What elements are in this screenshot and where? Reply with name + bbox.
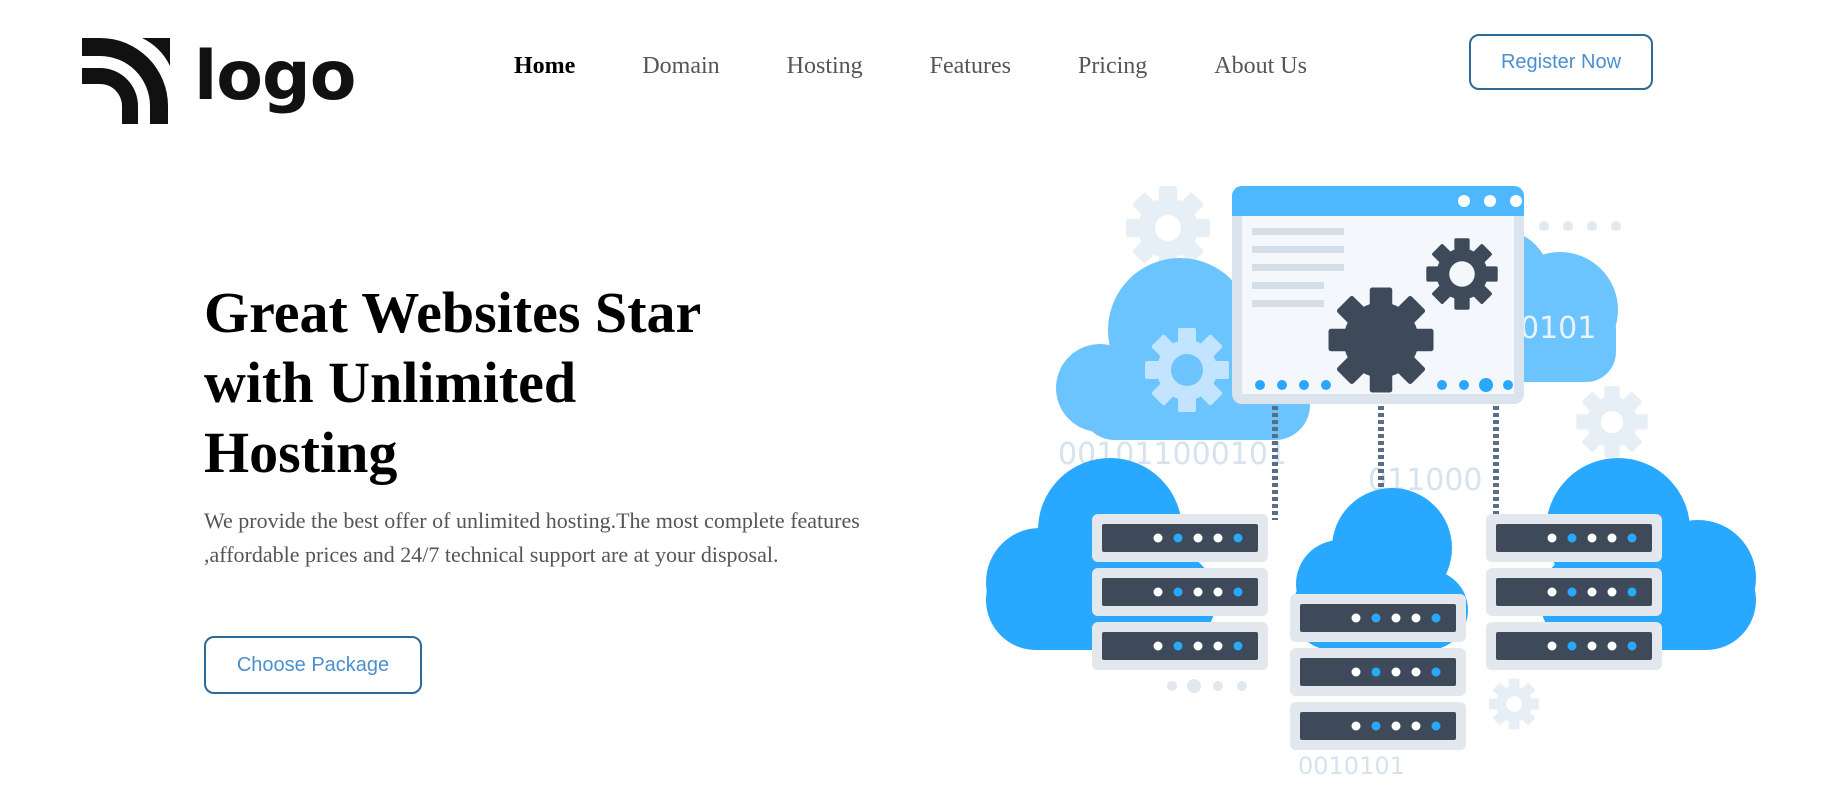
logo[interactable]: logo [82, 36, 356, 124]
gear-icon [1145, 328, 1229, 412]
nav-features[interactable]: Features [930, 50, 1011, 82]
hosting-illustration: 001011000101 011000 0101 0010101 [986, 186, 1756, 780]
gear-icon [1426, 238, 1498, 310]
browser-window [1232, 186, 1524, 404]
nav-domain[interactable]: Domain [642, 50, 719, 82]
binary-text: 0101 [1520, 311, 1596, 346]
gear-icon [1328, 287, 1434, 393]
gear-icon [1488, 678, 1540, 730]
server-rack-right [1486, 514, 1662, 670]
landing-page: logo Home Domain Hosting Features Pricin… [0, 0, 1839, 786]
gear-icon [1126, 186, 1210, 270]
choose-package-button[interactable]: Choose Package [204, 636, 422, 694]
gear-icon [1576, 386, 1648, 458]
server-rack-left [1092, 514, 1268, 670]
logo-text: logo [194, 37, 356, 116]
nav-home[interactable]: Home [514, 50, 575, 82]
nav-about-us[interactable]: About Us [1214, 50, 1307, 82]
main-nav: Home Domain Hosting Features Pricing Abo… [514, 50, 1374, 82]
server-rack-center [1290, 594, 1466, 750]
logo-mark-icon [82, 38, 170, 124]
hero-description: We provide the best offer of unlimited h… [204, 508, 860, 567]
nav-hosting[interactable]: Hosting [787, 50, 863, 82]
hero-title: Great Websites Star with Unlimited Hosti… [204, 280, 701, 485]
nav-pricing[interactable]: Pricing [1078, 50, 1147, 82]
register-now-button[interactable]: Register Now [1469, 34, 1653, 90]
binary-text: 0010101 [1298, 752, 1405, 780]
